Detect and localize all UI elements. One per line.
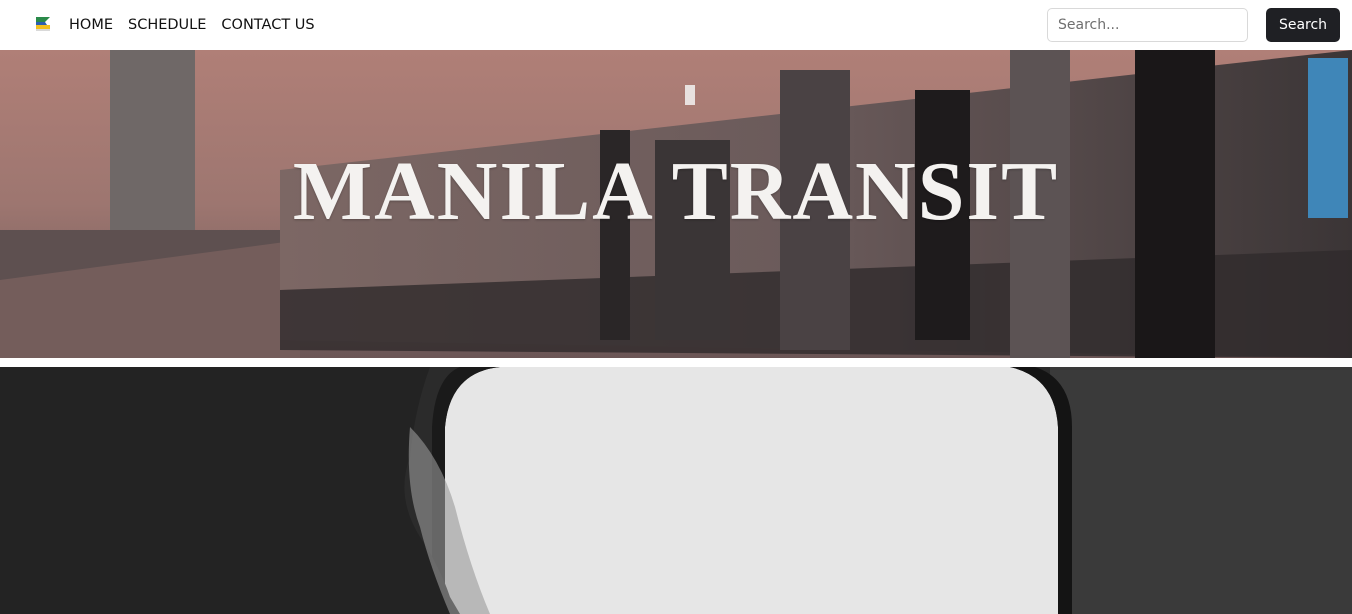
section-divider xyxy=(0,358,1352,367)
airplane-window-image xyxy=(0,367,1352,614)
window-view-image-section xyxy=(0,367,1352,614)
navbar: HOME SCHEDULE CONTACT US Search xyxy=(0,0,1352,50)
search-button[interactable]: Search xyxy=(1266,8,1340,42)
nav-link-contact-us[interactable]: CONTACT US xyxy=(221,17,314,33)
search-input[interactable] xyxy=(1047,8,1248,42)
hero-title: MANILA TRANSIT xyxy=(292,145,1060,238)
nav-link-schedule[interactable]: SCHEDULE xyxy=(128,17,206,33)
manila-transit-logo-icon[interactable] xyxy=(33,14,53,34)
main-nav: HOME SCHEDULE CONTACT US xyxy=(69,0,315,50)
nav-link-home[interactable]: HOME xyxy=(69,17,113,33)
hero-banner: MANILA TRANSIT xyxy=(0,50,1352,358)
